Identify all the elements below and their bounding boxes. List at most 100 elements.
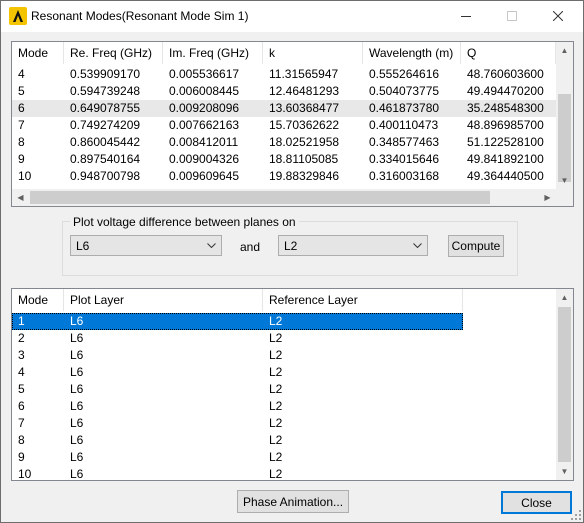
table-cell: 4 — [18, 365, 25, 379]
table-cell: L6 — [70, 416, 84, 430]
layers-table[interactable]: Mode Plot Layer Reference Layer 1 L6 L2 2 L6 L2… — [11, 288, 574, 481]
table-cell: 0.948700798 — [70, 169, 141, 183]
table-row[interactable]: 6 L6 L2 — [12, 398, 463, 415]
table-row[interactable]: 3 L6 L2 — [12, 347, 463, 364]
table-cell: L2 — [269, 399, 283, 413]
table-cell: 1 — [18, 314, 25, 328]
table-cell: 0.594739248 — [70, 84, 141, 98]
table-cell: 7 — [18, 118, 25, 132]
scroll-down-icon[interactable]: ▼ — [556, 172, 573, 189]
reference-layer-select[interactable]: L2 — [278, 235, 428, 256]
column-header[interactable]: Mode — [12, 42, 64, 64]
table-row[interactable]: 2 L6 L2 — [12, 330, 463, 347]
table-row[interactable]: 4 0.539909170 0.005536617 11.31565947 0.5552… — [12, 66, 556, 83]
table-row[interactable]: 8 0.860045442 0.008412011 18.02521958 0.3485… — [12, 134, 556, 151]
table-cell: 0.005536617 — [169, 67, 240, 81]
app-logo-icon — [9, 7, 27, 25]
table-cell: 8 — [18, 135, 25, 149]
table-cell: 35.248548300 — [467, 101, 544, 115]
table-cell: 0.316003168 — [369, 169, 440, 183]
table-cell: 19.88329846 — [269, 169, 340, 183]
table-cell: 18.02521958 — [269, 135, 340, 149]
layers-vertical-scrollbar[interactable]: ▲ ▼ — [556, 289, 573, 480]
scroll-thumb[interactable] — [30, 191, 490, 204]
plot-layer-value: L6 — [76, 239, 90, 253]
table-cell: 0.006008445 — [169, 84, 240, 98]
table-cell: 48.896985700 — [467, 118, 544, 132]
chevron-down-icon — [411, 238, 423, 253]
column-header[interactable]: Plot Layer — [64, 289, 263, 311]
maximize-icon — [507, 11, 517, 21]
phase-animation-button[interactable]: Phase Animation... — [237, 490, 349, 513]
table-row[interactable]: 8 L6 L2 — [12, 432, 463, 449]
table-cell: 6 — [18, 101, 25, 115]
column-header[interactable]: Reference Layer — [263, 289, 463, 311]
scroll-up-icon[interactable]: ▲ — [556, 289, 573, 306]
modes-horizontal-scrollbar[interactable]: ◀ ▶ — [12, 189, 556, 206]
scroll-up-icon[interactable]: ▲ — [556, 42, 573, 59]
table-cell: 0.539909170 — [70, 67, 141, 81]
table-cell: 0.860045442 — [70, 135, 141, 149]
column-header[interactable]: Q — [461, 42, 556, 64]
plot-layer-select[interactable]: L6 — [70, 235, 222, 256]
table-cell: L2 — [269, 382, 283, 396]
table-cell: L6 — [70, 331, 84, 345]
table-cell: L6 — [70, 314, 84, 328]
scroll-thumb[interactable] — [558, 307, 571, 462]
table-row[interactable]: 10 L6 L2 — [12, 466, 463, 481]
table-row[interactable]: 9 0.897540164 0.009004326 18.81105085 0.3340… — [12, 151, 556, 168]
table-cell: L2 — [269, 416, 283, 430]
table-cell: 49.494470200 — [467, 84, 544, 98]
table-cell: L6 — [70, 450, 84, 464]
table-row[interactable]: 1 L6 L2 — [12, 313, 463, 330]
minimize-button[interactable] — [443, 1, 489, 31]
table-cell: 3 — [18, 348, 25, 362]
table-cell: 2 — [18, 331, 25, 345]
resize-grip-icon[interactable] — [571, 510, 581, 520]
compute-button[interactable]: Compute — [448, 235, 504, 257]
table-cell: 0.009004326 — [169, 152, 240, 166]
table-cell: 0.348577463 — [369, 135, 440, 149]
window-title: Resonant Modes(Resonant Mode Sim 1) — [31, 9, 249, 23]
table-cell: L2 — [269, 433, 283, 447]
column-header[interactable]: Re. Freq (GHz) — [64, 42, 163, 64]
table-cell: 0.009609645 — [169, 169, 240, 183]
table-row[interactable]: 7 0.749274209 0.007662163 15.70362622 0.4001… — [12, 117, 556, 134]
table-row[interactable]: 4 L6 L2 — [12, 364, 463, 381]
table-cell: L6 — [70, 382, 84, 396]
scroll-left-icon[interactable]: ◀ — [12, 189, 29, 206]
table-cell: L6 — [70, 467, 84, 481]
chevron-down-icon — [205, 238, 217, 253]
table-row[interactable]: 10 0.948700798 0.009609645 19.88329846 0.316… — [12, 168, 556, 185]
table-row[interactable]: 9 L6 L2 — [12, 449, 463, 466]
scroll-down-icon[interactable]: ▼ — [556, 463, 573, 480]
table-row[interactable]: 7 L6 L2 — [12, 415, 463, 432]
table-cell: 0.400110473 — [369, 118, 439, 132]
close-button[interactable]: Close — [501, 491, 572, 514]
table-cell: 5 — [18, 84, 25, 98]
column-header[interactable]: Mode — [12, 289, 64, 311]
table-cell: 0.555264616 — [369, 67, 440, 81]
table-row[interactable]: 5 0.594739248 0.006008445 12.46481293 0.5040… — [12, 83, 556, 100]
modes-vertical-scrollbar[interactable]: ▲ ▼ — [556, 42, 573, 189]
maximize-button[interactable] — [489, 1, 535, 31]
modes-table[interactable]: Mode Re. Freq (GHz) Im. Freq (GHz) k Wavelen… — [11, 41, 574, 207]
column-header[interactable]: Im. Freq (GHz) — [163, 42, 263, 64]
table-cell: L2 — [269, 331, 283, 345]
table-cell: 0.504073775 — [369, 84, 440, 98]
table-cell: 51.122528100 — [467, 135, 544, 149]
table-cell: L6 — [70, 399, 84, 413]
column-header[interactable]: k — [263, 42, 363, 64]
column-header[interactable]: Wavelength (m) — [363, 42, 461, 64]
title-bar[interactable]: Resonant Modes(Resonant Mode Sim 1) — [1, 1, 583, 32]
table-cell: L6 — [70, 348, 84, 362]
scroll-thumb[interactable] — [558, 94, 571, 182]
table-row[interactable]: 6 0.649078755 0.009208096 13.60368477 0.4618… — [12, 100, 556, 117]
table-row[interactable]: 5 L6 L2 — [12, 381, 463, 398]
close-window-button[interactable] — [535, 1, 581, 31]
table-cell: 0.009208096 — [169, 101, 240, 115]
table-cell: 0.649078755 — [70, 101, 141, 115]
scroll-right-icon[interactable]: ▶ — [539, 189, 556, 206]
reference-layer-value: L2 — [284, 239, 298, 253]
table-cell: 0.461873780 — [369, 101, 440, 115]
